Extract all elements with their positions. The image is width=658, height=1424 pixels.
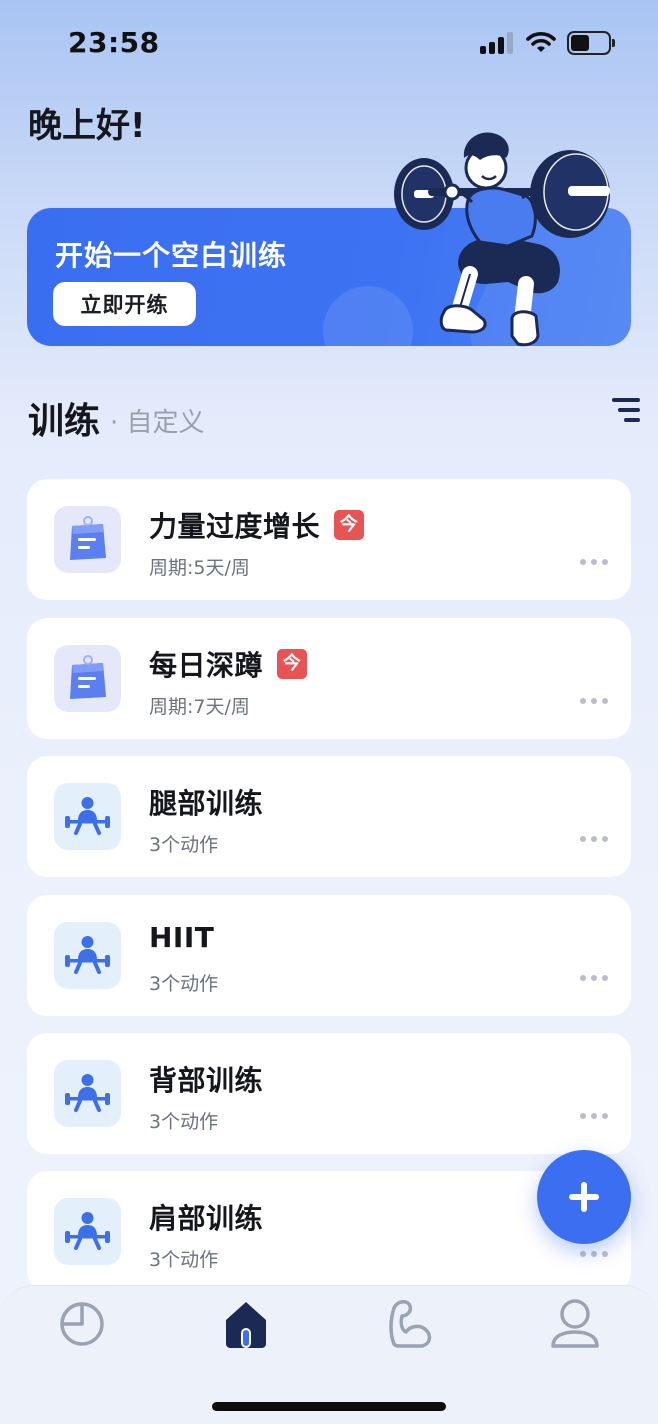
workout-exercise-count: 3个动作 xyxy=(149,1111,219,1133)
cellular-signal-icon xyxy=(480,32,516,54)
plan-clipboard-icon xyxy=(54,506,121,573)
workout-card[interactable]: HIIT 3个动作 xyxy=(27,895,631,1016)
section-title: 训练 xyxy=(28,401,101,442)
weightlifter-icon xyxy=(54,922,121,989)
workout-card[interactable]: 腿部训练 3个动作 xyxy=(27,756,631,877)
greeting-title: 晚上好! xyxy=(28,106,146,146)
workout-card[interactable]: 背部训练 3个动作 xyxy=(27,1033,631,1154)
plan-cycle: 周期:7天/周 xyxy=(149,696,250,718)
profile-icon xyxy=(551,1299,599,1348)
tab-body[interactable] xyxy=(380,1294,440,1350)
weightlifter-icon xyxy=(54,1060,121,1127)
wifi-icon xyxy=(526,32,556,52)
workout-name: 肩部训练 xyxy=(149,1202,264,1235)
workout-exercise-count: 3个动作 xyxy=(149,1249,219,1271)
more-options-icon[interactable] xyxy=(580,975,610,983)
today-badge: 今 xyxy=(277,649,308,679)
section-subtitle: · 自定义 xyxy=(110,408,205,438)
more-options-icon[interactable] xyxy=(580,1113,610,1121)
banner-title: 开始一个空白训练 xyxy=(55,239,288,272)
weightlifter-icon xyxy=(54,783,121,850)
workout-name: HIIT xyxy=(149,921,215,954)
home-indicator xyxy=(212,1402,446,1411)
tab-stats[interactable] xyxy=(52,1294,112,1350)
pie-chart-icon xyxy=(60,1302,104,1346)
battery-icon xyxy=(567,31,615,55)
sort-list-icon[interactable] xyxy=(612,398,640,424)
home-icon xyxy=(226,1302,266,1348)
barbell-squat-illustration xyxy=(394,132,610,347)
plan-name: 力量过度增长今 xyxy=(149,505,365,545)
plan-card[interactable]: 力量过度增长今 周期:5天/周 xyxy=(27,479,631,600)
more-options-icon[interactable] xyxy=(580,836,610,844)
today-badge: 今 xyxy=(334,510,365,540)
muscle-arm-icon xyxy=(389,1300,432,1348)
tab-profile[interactable] xyxy=(545,1294,605,1350)
start-now-button[interactable]: 立即开练 xyxy=(53,282,196,326)
tab-home[interactable] xyxy=(216,1294,276,1350)
more-options-icon[interactable] xyxy=(580,698,610,706)
workout-name: 背部训练 xyxy=(149,1064,264,1097)
plan-clipboard-icon xyxy=(54,645,121,712)
workout-name: 腿部训练 xyxy=(149,787,264,820)
plan-cycle: 周期:5天/周 xyxy=(149,557,250,579)
more-options-icon[interactable] xyxy=(580,559,610,567)
status-time: 23:58 xyxy=(68,26,160,59)
weightlifter-icon xyxy=(54,1198,121,1265)
status-bar: 23:58 xyxy=(0,0,658,88)
plus-icon xyxy=(569,1182,599,1212)
plan-name: 每日深蹲今 xyxy=(149,644,308,684)
workout-exercise-count: 3个动作 xyxy=(149,834,219,856)
plan-card[interactable]: 每日深蹲今 周期:7天/周 xyxy=(27,618,631,739)
add-workout-button[interactable] xyxy=(537,1150,631,1244)
more-options-icon[interactable] xyxy=(580,1251,610,1259)
workout-exercise-count: 3个动作 xyxy=(149,973,219,995)
